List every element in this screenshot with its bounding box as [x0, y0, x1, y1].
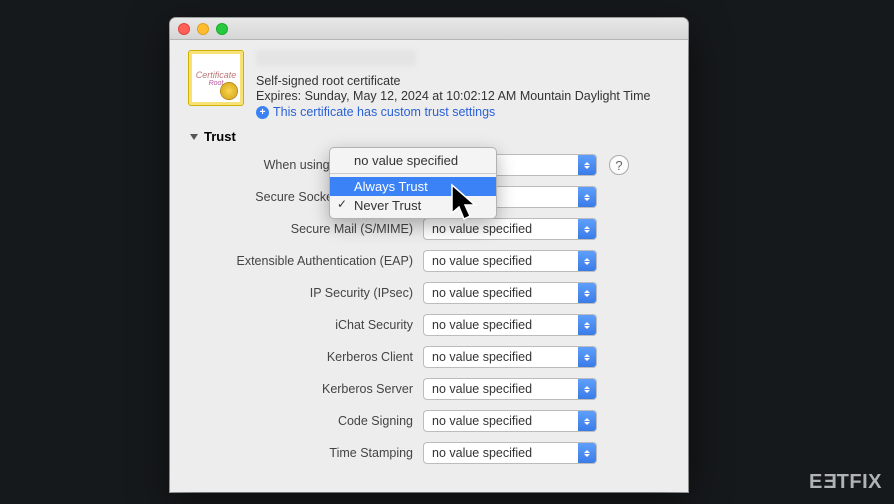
row-label: Secure Mail (S/MIME): [198, 222, 423, 236]
kerberos-client-select[interactable]: no value specified: [423, 346, 597, 368]
select-arrows-icon: [578, 155, 596, 175]
plus-icon: +: [256, 106, 269, 119]
row-label: Kerberos Server: [198, 382, 423, 396]
row-label: Code Signing: [198, 414, 423, 428]
watermark: EETFIX: [809, 471, 882, 494]
select-arrows-icon: [578, 347, 596, 367]
menu-separator: [330, 173, 496, 174]
trust-section-label: Trust: [204, 129, 236, 144]
select-arrows-icon: [578, 251, 596, 271]
trust-dropdown-menu[interactable]: no value specified Always Trust Never Tr…: [329, 147, 497, 219]
watermark-e: E: [809, 471, 823, 494]
select-value: no value specified: [432, 254, 532, 268]
select-value: no value specified: [432, 350, 532, 364]
eap-select[interactable]: no value specified: [423, 250, 597, 272]
select-value: no value specified: [432, 222, 532, 236]
certificate-name-redacted: XXXXXXXXXXXX: [256, 50, 416, 66]
select-arrows-icon: [578, 283, 596, 303]
select-arrows-icon: [578, 411, 596, 431]
select-value: no value specified: [432, 446, 532, 460]
row-label: Extensible Authentication (EAP): [198, 254, 423, 268]
code-signing-select[interactable]: no value specified: [423, 410, 597, 432]
custom-trust-label: This certificate has custom trust settin…: [273, 105, 495, 119]
certificate-icon: Certificate Root: [188, 50, 244, 106]
minimize-button[interactable]: [197, 23, 209, 35]
ichat-select[interactable]: no value specified: [423, 314, 597, 336]
time-stamping-select[interactable]: no value specified: [423, 442, 597, 464]
disclosure-triangle-icon[interactable]: [190, 134, 198, 140]
select-arrows-icon: [578, 315, 596, 335]
select-value: no value specified: [432, 318, 532, 332]
cert-icon-sublabel: Root: [209, 80, 224, 87]
menu-item-never-trust[interactable]: Never Trust: [330, 196, 496, 215]
select-value: no value specified: [432, 286, 532, 300]
certificate-expiry: Expires: Sunday, May 12, 2024 at 10:02:1…: [256, 89, 670, 103]
select-value: no value specified: [432, 382, 532, 396]
kerberos-server-select[interactable]: no value specified: [423, 378, 597, 400]
row-label: iChat Security: [198, 318, 423, 332]
select-arrows-icon: [578, 187, 596, 207]
window-titlebar: [170, 18, 688, 40]
select-value: no value specified: [432, 414, 532, 428]
certificate-subtitle: Self-signed root certificate: [256, 74, 670, 88]
zoom-button[interactable]: [216, 23, 228, 35]
help-button[interactable]: ?: [609, 155, 629, 175]
select-arrows-icon: [578, 443, 596, 463]
select-arrows-icon: [578, 219, 596, 239]
keychain-certificate-window: Certificate Root XXXXXXXXXXXX Self-signe…: [170, 18, 688, 492]
row-label: Time Stamping: [198, 446, 423, 460]
close-button[interactable]: [178, 23, 190, 35]
menu-item-no-value[interactable]: no value specified: [330, 151, 496, 170]
row-label: Kerberos Client: [198, 350, 423, 364]
trust-section-header[interactable]: Trust: [190, 129, 670, 144]
ipsec-select[interactable]: no value specified: [423, 282, 597, 304]
menu-item-always-trust[interactable]: Always Trust: [330, 177, 496, 196]
custom-trust-note: + This certificate has custom trust sett…: [256, 105, 670, 119]
smime-select[interactable]: no value specified: [423, 218, 597, 240]
select-arrows-icon: [578, 379, 596, 399]
row-label: IP Security (IPsec): [198, 286, 423, 300]
cert-icon-label: Certificate: [196, 70, 237, 80]
